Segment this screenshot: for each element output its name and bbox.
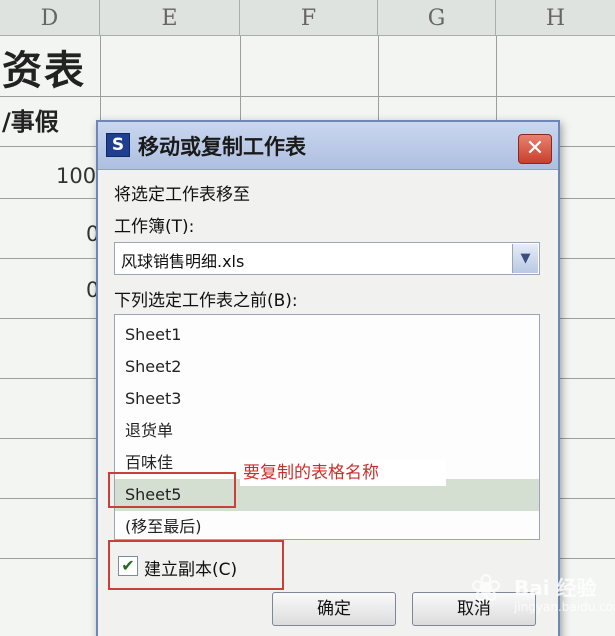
column-header-d[interactable]: D <box>0 0 100 36</box>
dialog-title: 移动或复制工作表 <box>138 135 306 159</box>
workbook-label: 工作簿(T): <box>114 217 195 237</box>
header-cell-leave[interactable]: /事假 <box>2 102 59 137</box>
column-header-e[interactable]: E <box>100 0 240 36</box>
sheet-list-item[interactable]: Sheet1 <box>115 319 539 351</box>
watermark-text: Bai 经验 <box>514 576 597 600</box>
baidu-watermark: ❀ Bai 经验 jingyan.baidu.com <box>470 566 615 630</box>
sheet-list-item[interactable]: 退货单 <box>115 415 539 447</box>
grid-line <box>0 96 615 97</box>
paw-logo-icon: ❀ <box>470 566 502 610</box>
annotation-box-sheet5 <box>108 472 236 508</box>
annotation-label: 要复制的表格名称 <box>240 460 446 486</box>
column-header-row: D E F G H <box>0 0 615 36</box>
sheet-list-item[interactable]: Sheet2 <box>115 351 539 383</box>
ok-button[interactable]: 确定 <box>272 592 396 626</box>
close-button[interactable]: ✕ <box>518 134 552 164</box>
workbook-select-value: 风球销售明细.xls <box>121 252 245 271</box>
move-to-label: 将选定工作表移至 <box>114 185 250 205</box>
watermark-url: jingyan.baidu.com <box>514 600 615 614</box>
sheet-title-cell[interactable]: 资表 <box>2 38 86 96</box>
chevron-down-icon[interactable]: ▼ <box>512 244 538 273</box>
value-cell[interactable]: 100 <box>56 164 96 188</box>
sheet-list-item-move-to-end[interactable]: (移至最后) <box>115 511 539 543</box>
column-header-f[interactable]: F <box>240 0 378 36</box>
workbook-select[interactable]: 风球销售明细.xls ▼ <box>114 242 540 275</box>
annotation-box-create-copy <box>108 540 284 590</box>
wps-app-icon: S <box>106 133 130 157</box>
grid-line <box>240 36 241 120</box>
dialog-titlebar[interactable]: S 移动或复制工作表 ✕ <box>98 122 558 170</box>
column-header-h[interactable]: H <box>496 0 615 36</box>
before-sheet-label: 下列选定工作表之前(B): <box>114 291 298 311</box>
column-header-g[interactable]: G <box>378 0 496 36</box>
sheet-list-item[interactable]: Sheet3 <box>115 383 539 415</box>
